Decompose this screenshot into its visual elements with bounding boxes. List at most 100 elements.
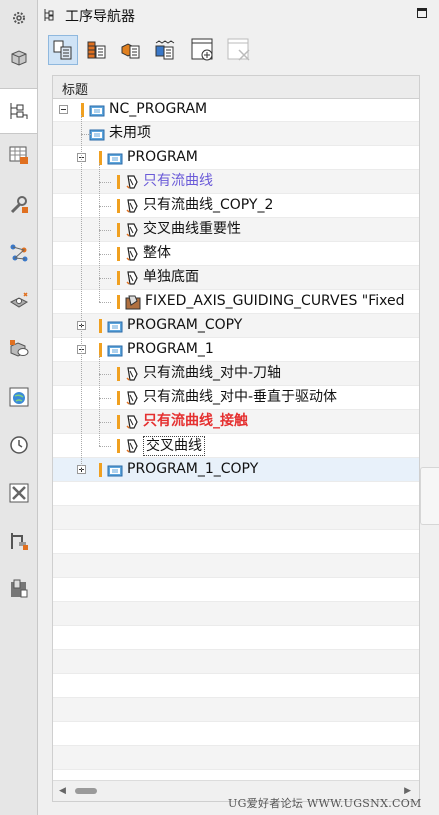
- operation-icon: [125, 438, 139, 454]
- globe-browser-icon[interactable]: [4, 382, 33, 411]
- status-mark-icon: [117, 366, 120, 381]
- tree-node[interactable]: 只有流曲线: [117, 170, 213, 193]
- program-folder-icon: [107, 151, 123, 165]
- status-mark-icon: [117, 390, 120, 405]
- tree-node[interactable]: 未用项: [89, 122, 151, 145]
- tree-connector: [99, 163, 100, 302]
- operation-icon: [125, 366, 139, 382]
- column-header[interactable]: 标题: [53, 76, 419, 99]
- settings-icon[interactable]: [4, 3, 33, 32]
- tree-node[interactable]: 只有流曲线_对中-刀轴: [117, 362, 281, 385]
- empty-row: [53, 626, 419, 650]
- tree-node[interactable]: 只有流曲线_对中-垂直于驱动体: [117, 386, 337, 409]
- history-clock-icon[interactable]: [4, 430, 33, 459]
- navigator-title-bar: 工序导航器: [38, 0, 439, 30]
- operation-icon: [125, 222, 139, 238]
- tree-node-label: 只有流曲线_对中-垂直于驱动体: [143, 389, 338, 405]
- empty-row: [53, 674, 419, 698]
- operation-icon: [125, 174, 139, 190]
- status-mark-icon: [99, 318, 102, 333]
- method-view-icon[interactable]: [150, 35, 180, 65]
- operation-icon: [125, 198, 139, 214]
- tree-node[interactable]: 整体: [117, 242, 171, 265]
- tree-connector: [99, 374, 111, 375]
- tree-node-label: 只有流曲线_接触: [143, 413, 248, 429]
- column-header-label: 标题: [62, 83, 89, 98]
- program-folder-icon: [89, 103, 105, 117]
- empty-row: [53, 650, 419, 674]
- tree-node[interactable]: PROGRAM_1: [99, 338, 214, 361]
- operation-icon: [125, 294, 141, 310]
- palette-icon[interactable]: [4, 574, 33, 603]
- tree-node-label: PROGRAM_1_COPY: [127, 461, 259, 477]
- navigator-toolbar: [48, 35, 268, 67]
- simulation-icon[interactable]: [4, 334, 33, 363]
- tree-connector: [99, 254, 111, 255]
- empty-row: [53, 578, 419, 602]
- part-icon[interactable]: [4, 43, 33, 72]
- tree-row[interactable]: PROGRAM_1: [53, 338, 419, 362]
- tree-connector: [99, 230, 111, 231]
- machine-tool-view-icon[interactable]: [82, 35, 112, 65]
- tree-row[interactable]: 未用项: [53, 122, 419, 146]
- machine-tool-icon[interactable]: [4, 526, 33, 555]
- machine-table-icon[interactable]: [4, 140, 33, 169]
- tree-node[interactable]: NC_PROGRAM: [81, 98, 207, 121]
- program-folder-icon: [107, 463, 123, 477]
- tree-node[interactable]: 交叉曲线: [117, 434, 205, 457]
- tree-row[interactable]: PROGRAM_1_COPY: [53, 458, 419, 482]
- process-flow-icon[interactable]: [4, 238, 33, 267]
- program-order-view-icon[interactable]: [48, 35, 78, 65]
- navigator-title: 工序导航器: [65, 9, 135, 25]
- tree-node-label: 未用项: [109, 125, 151, 141]
- tools-icon[interactable]: [4, 478, 33, 507]
- tree-connector: [99, 446, 111, 447]
- tree-node[interactable]: PROGRAM_1_COPY: [99, 458, 258, 481]
- tree-connector: [99, 355, 100, 446]
- tree-node[interactable]: 单独底面: [117, 266, 199, 289]
- status-mark-icon: [117, 174, 120, 189]
- delete-icon[interactable]: [224, 35, 254, 65]
- tool-wrench-icon[interactable]: [4, 190, 33, 219]
- tree-row[interactable]: PROGRAM_COPY: [53, 314, 419, 338]
- status-mark-icon: [117, 438, 120, 453]
- tree-connector: [99, 398, 111, 399]
- tree-row[interactable]: NC_PROGRAM: [53, 98, 419, 122]
- tree-node-label: 单独底面: [143, 269, 199, 285]
- watermark: UG爱好者论坛 WWW.UGSNX.COM: [228, 797, 422, 810]
- operation-navigator-icon[interactable]: [0, 88, 37, 134]
- geometry-view-icon[interactable]: [116, 35, 146, 65]
- collapse-side-tab[interactable]: [420, 467, 439, 525]
- operation-icon: [125, 414, 139, 430]
- tree-node[interactable]: 交叉曲线重要性: [117, 218, 241, 241]
- tree-node-label: 交叉曲线: [143, 435, 205, 456]
- maximize-icon[interactable]: [417, 8, 427, 18]
- tree-node[interactable]: PROGRAM_COPY: [99, 314, 242, 337]
- collapse-icon[interactable]: [59, 105, 68, 114]
- tree-node[interactable]: PROGRAM: [99, 146, 198, 169]
- empty-row: [53, 530, 419, 554]
- tree-connector: [81, 134, 91, 135]
- program-folder-icon: [107, 319, 123, 333]
- empty-row: [53, 506, 419, 530]
- tree-connector: [99, 278, 111, 279]
- tree-node-label: 整体: [143, 245, 171, 261]
- tree-node[interactable]: 只有流曲线_COPY_2: [117, 194, 273, 217]
- empty-row: [53, 746, 419, 770]
- empty-row: [53, 722, 419, 746]
- tree-node-label: 只有流曲线: [143, 173, 213, 189]
- cam-part-icon[interactable]: [4, 286, 33, 315]
- tree-row[interactable]: PROGRAM: [53, 146, 419, 170]
- tree-node-label: 交叉曲线重要性: [143, 221, 241, 237]
- tree-node[interactable]: 只有流曲线_接触: [117, 410, 248, 433]
- scrollbar-thumb[interactable]: [75, 788, 97, 794]
- tree-node-label: PROGRAM: [127, 149, 198, 165]
- operation-icon: [125, 390, 139, 406]
- tree-node[interactable]: FIXED_AXIS_GUIDING_CURVES "Fixed: [117, 290, 405, 313]
- operation-icon: [125, 246, 139, 262]
- status-mark-icon: [117, 270, 120, 285]
- status-mark-icon: [117, 246, 120, 261]
- create-operation-icon[interactable]: [188, 35, 218, 65]
- scroll-left-icon[interactable]: ◀: [59, 786, 66, 796]
- program-folder-icon: [107, 343, 123, 357]
